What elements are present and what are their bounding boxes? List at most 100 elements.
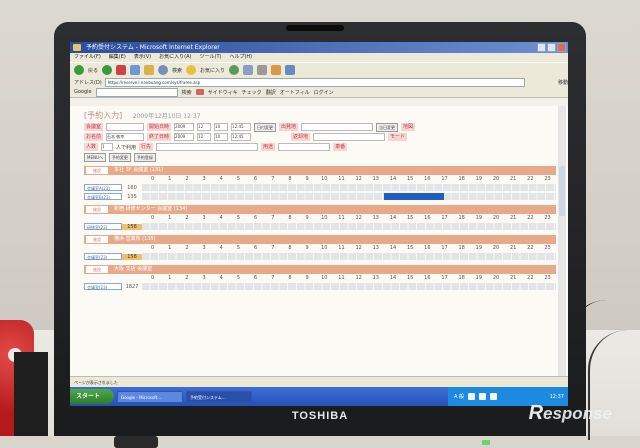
maximize-icon[interactable] xyxy=(547,43,556,52)
translate-button[interactable]: 翻訳 xyxy=(266,89,276,96)
capacity-value: 1827 xyxy=(125,283,139,290)
menu-file[interactable]: ファイル(F) xyxy=(74,53,101,62)
messenger-icon[interactable] xyxy=(285,65,296,75)
section-tag[interactable]: 施設 xyxy=(86,266,108,273)
hour-header: 0 1 2 3 4 5 6 7 8 9 10 11 12 13 14 15 16 17 18 19 20 21 22 23 xyxy=(144,244,556,252)
login-button[interactable]: ログイン xyxy=(314,89,334,96)
tray-icon-security[interactable] xyxy=(490,393,498,400)
clock: 12:37 xyxy=(549,393,564,400)
reservation-register-button[interactable]: 予約登録 xyxy=(133,152,156,162)
end-year-select[interactable]: 2009 xyxy=(174,133,195,141)
resource-label[interactable]: 会議室(23) xyxy=(84,283,122,290)
section-tag[interactable]: 施設 xyxy=(86,236,108,243)
edit-icon[interactable] xyxy=(271,65,282,75)
taskbar-item-reservation[interactable]: 予約受付システム... xyxy=(186,390,252,403)
sidewiki-button[interactable]: サイドウィキ xyxy=(208,89,238,96)
form-row-4: MENUへ 予約変更 予約登録 xyxy=(84,152,564,162)
section-tag[interactable]: 施設 xyxy=(86,167,108,174)
resource-label[interactable]: 会議室A(23) xyxy=(84,184,122,191)
start-button[interactable]: スタート xyxy=(70,389,114,404)
hour-label: 19 xyxy=(475,245,483,251)
google-search-input[interactable] xyxy=(95,87,178,97)
autofill-button[interactable]: オートフィル xyxy=(280,89,310,96)
same-day-change-button[interactable]: 当日変更 xyxy=(376,122,399,132)
start-month-select[interactable]: 12 xyxy=(197,123,212,131)
hour-label: 23 xyxy=(544,176,551,182)
check-button[interactable]: チェック xyxy=(242,89,262,96)
hour-label: 16 xyxy=(424,275,431,281)
close-icon[interactable] xyxy=(557,43,566,52)
resource-label[interactable]: 会議室B(23) xyxy=(84,193,122,200)
name-field[interactable]: 石本 敏幸 xyxy=(106,133,145,141)
hour-label: 20 xyxy=(492,215,500,221)
taskbar-item-google[interactable]: Google - Microsoft... xyxy=(117,390,183,403)
map-label[interactable]: 地図 xyxy=(401,123,416,131)
forward-icon[interactable] xyxy=(102,65,113,75)
page-title: [予約入力] 2009年12月10日 12:37 xyxy=(84,110,201,121)
section-tag[interactable]: 施設 xyxy=(86,206,108,213)
start-year-select[interactable]: 2009 xyxy=(174,123,195,131)
address-input[interactable]: https://reserve.l.nanbuang.com/sys/frame… xyxy=(104,77,525,87)
hour-label: 2 xyxy=(185,176,189,182)
departure-select[interactable] xyxy=(301,123,374,131)
end-month-select[interactable]: 12 xyxy=(197,133,212,141)
hour-label: 16 xyxy=(424,176,431,182)
return-label: 返却地 xyxy=(291,133,311,141)
page-date: 2009年12月10日 12:37 xyxy=(132,113,201,120)
watermark-mark: R xyxy=(528,402,544,424)
time-slots[interactable] xyxy=(142,283,556,290)
start-time-select[interactable]: 12:45 xyxy=(231,123,252,131)
stop-icon[interactable] xyxy=(116,65,127,75)
tray-icon-network[interactable] xyxy=(468,393,476,400)
ime-indicator[interactable]: A 般 xyxy=(454,393,464,400)
hour-label: 20 xyxy=(492,275,500,281)
back-label: 戻る xyxy=(88,67,99,74)
start-day-select[interactable]: 10 xyxy=(214,123,229,131)
resource-label[interactable]: 会議室(23) xyxy=(84,253,122,260)
hour-label: 21 xyxy=(510,275,517,281)
schedule-section: 施設 横浜 営業所 (135) 0 1 2 3 4 5 6 7 8 9 10 11 12 13 14 15 16 17… xyxy=(84,235,556,261)
google-search-button[interactable]: 検索 xyxy=(182,89,192,96)
resource-row: 会議室(23) 1827 xyxy=(84,282,556,291)
resource-label[interactable]: 研修室(23) xyxy=(84,223,122,230)
departure-label: 出発地 xyxy=(279,123,299,131)
scrollbar[interactable] xyxy=(558,106,566,376)
menu-favorites[interactable]: お気に入り(A) xyxy=(159,53,191,62)
time-slots[interactable] xyxy=(142,193,556,200)
hour-label: 1 xyxy=(168,245,172,251)
hour-label: 5 xyxy=(236,176,241,182)
menu-edit[interactable]: 編集(E) xyxy=(109,53,126,62)
end-day-select[interactable]: 10 xyxy=(214,133,229,141)
booking-block[interactable] xyxy=(383,193,444,200)
time-slots[interactable] xyxy=(142,184,556,191)
home-icon[interactable] xyxy=(144,65,155,75)
time-slots[interactable] xyxy=(142,253,556,260)
date-change-button[interactable]: 日付変更 xyxy=(254,122,277,132)
purpose-select[interactable] xyxy=(278,143,331,151)
room-field[interactable] xyxy=(106,123,145,131)
menu-view[interactable]: 表示(V) xyxy=(134,53,151,62)
menu-tools[interactable]: ツール(T) xyxy=(200,53,222,62)
favorites-icon[interactable] xyxy=(186,65,197,75)
history-icon[interactable] xyxy=(229,65,240,75)
print-icon[interactable] xyxy=(257,65,268,75)
scrollbar-thumb[interactable] xyxy=(559,166,565,216)
destination-field[interactable] xyxy=(156,143,259,151)
end-time-select[interactable]: 12:45 xyxy=(231,133,252,141)
reservation-change-button[interactable]: 予約変更 xyxy=(108,152,131,162)
hour-label: 16 xyxy=(424,215,431,221)
search-icon[interactable] xyxy=(158,65,169,75)
minimize-icon[interactable] xyxy=(537,43,546,52)
menu-button[interactable]: MENUへ xyxy=(84,152,106,162)
persons-field[interactable]: 1 xyxy=(101,143,114,151)
go-button[interactable]: 移動 xyxy=(558,79,568,86)
form-row-1: 会議室 開始日時 2009 12 10 12:45 日付変更 出発地 当日変更 … xyxy=(84,122,564,132)
menu-help[interactable]: ヘルプ(H) xyxy=(229,53,252,62)
back-icon[interactable] xyxy=(74,65,84,75)
time-slots[interactable] xyxy=(142,223,556,230)
tray-icon-volume[interactable] xyxy=(479,393,487,400)
mail-icon[interactable] xyxy=(243,65,254,75)
sidewiki-icon xyxy=(195,89,204,95)
return-select[interactable] xyxy=(313,133,386,141)
refresh-icon[interactable] xyxy=(130,65,141,75)
